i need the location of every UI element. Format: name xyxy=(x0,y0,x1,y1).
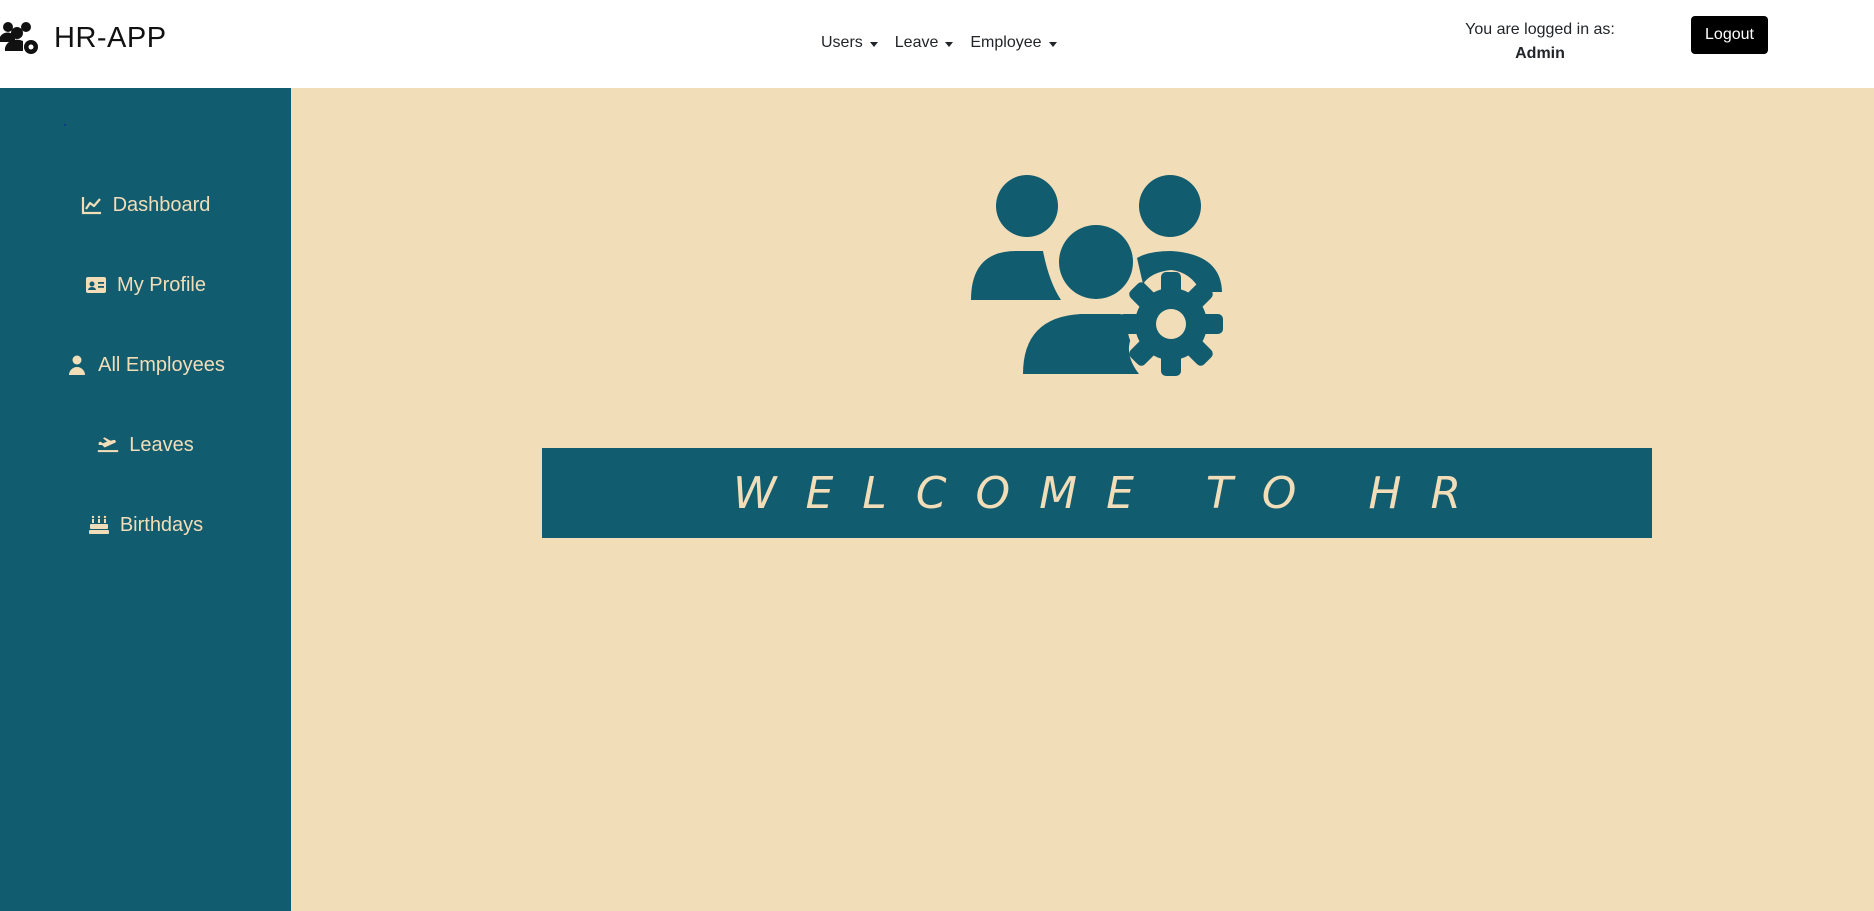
sidebar-item-label: All Employees xyxy=(98,353,225,376)
user-icon xyxy=(66,355,98,375)
brand[interactable]: HR-APP xyxy=(0,20,167,56)
caret-down-icon xyxy=(869,41,878,47)
main-content: WELCOME TO HR xyxy=(291,88,1874,911)
sidebar-item-dashboard[interactable]: Dashboard xyxy=(0,185,291,225)
sidebar-item-label: Birthdays xyxy=(119,513,204,536)
nav-menu-employee[interactable]: Employee xyxy=(970,34,1057,52)
users-gear-icon xyxy=(0,20,40,56)
welcome-banner: WELCOME TO HR xyxy=(542,448,1652,538)
logged-in-username: Admin xyxy=(1515,45,1565,62)
nav-menu-users[interactable]: Users xyxy=(821,34,878,52)
sidebar-item-all-employees[interactable]: All Employees xyxy=(0,345,291,385)
users-gear-icon xyxy=(971,174,1223,376)
login-info: You are logged in as: Admin xyxy=(1460,18,1620,66)
plane-departure-icon xyxy=(97,435,129,455)
logged-in-label: You are logged in as: xyxy=(1465,21,1615,38)
sidebar: Dashboard My Profile All Employees Leave… xyxy=(0,88,291,911)
nav-menu-label: Users xyxy=(821,34,863,51)
chart-line-icon xyxy=(81,195,113,215)
sidebar-item-label: Leaves xyxy=(129,433,194,456)
sidebar-item-label: Dashboard xyxy=(112,193,211,216)
nav-menu-label: Employee xyxy=(970,34,1042,51)
cake-icon xyxy=(88,515,120,535)
sidebar-item-my-profile[interactable]: My Profile xyxy=(0,265,291,305)
brand-name: HR-APP xyxy=(54,21,167,54)
sidebar-item-label: My Profile xyxy=(117,273,206,296)
nav-menu-leave[interactable]: Leave xyxy=(895,34,954,52)
nav-menus: Users Leave Employee xyxy=(821,34,1074,52)
sidebar-item-birthdays[interactable]: Birthdays xyxy=(0,505,291,545)
caret-down-icon xyxy=(1048,41,1057,47)
caret-down-icon xyxy=(945,41,954,47)
sidebar-dot xyxy=(64,124,66,126)
id-card-icon xyxy=(85,275,117,295)
top-navbar: HR-APP Users Leave Employee You are logg… xyxy=(0,0,1874,88)
nav-menu-label: Leave xyxy=(894,34,939,51)
welcome-text: WELCOME TO HR xyxy=(732,467,1491,519)
sidebar-item-leaves[interactable]: Leaves xyxy=(0,425,291,465)
logout-button[interactable]: Logout xyxy=(1691,16,1768,54)
